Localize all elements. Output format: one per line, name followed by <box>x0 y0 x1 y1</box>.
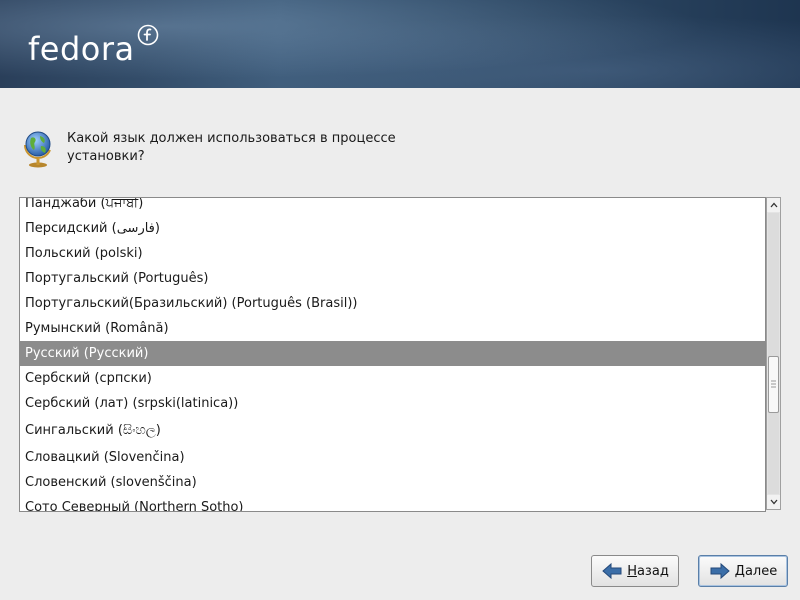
language-list-rows: Панджаби (ਪੰਜਾਬੀ) Персидский (فارسی) Пол… <box>20 198 765 511</box>
language-option[interactable]: Румынский (Română) <box>20 316 765 341</box>
language-option-selected[interactable]: Русский (Русский) <box>20 341 765 366</box>
back-button[interactable]: Назад <box>591 555 679 587</box>
list-scrollbar[interactable] <box>766 197 781 510</box>
language-option[interactable]: Персидский (فارسی) <box>20 216 765 241</box>
language-option[interactable]: Сербский (српски) <box>20 366 765 391</box>
language-option[interactable]: Сингальский (සිංහල) <box>20 416 765 445</box>
language-option[interactable]: Польский (polski) <box>20 241 765 266</box>
header-banner: fedora <box>0 0 800 88</box>
chevron-up-icon <box>770 202 777 208</box>
language-option[interactable]: Португальский (Português) <box>20 266 765 291</box>
question-line-2: установки? <box>67 149 145 164</box>
chevron-down-icon <box>770 499 777 505</box>
next-button-label: Далее <box>734 563 778 579</box>
grip-icon <box>771 380 776 388</box>
language-option[interactable]: Сербский (лат) (srpski(latinica)) <box>20 391 765 416</box>
arrow-right-icon <box>710 562 730 580</box>
scroll-thumb[interactable] <box>768 356 779 413</box>
scroll-down-button[interactable] <box>767 495 780 509</box>
back-button-label: Назад <box>627 563 669 579</box>
language-option[interactable]: Словенский (slovenščina) <box>20 470 765 495</box>
language-question: Какой язык должен использоваться в проце… <box>67 130 447 166</box>
language-option[interactable]: Панджаби (ਪੰਜਾਬੀ) <box>20 198 765 216</box>
fedora-logo-text: fedora <box>28 30 135 68</box>
language-option[interactable]: Сото Северный (Northern Sotho) <box>20 495 765 511</box>
scroll-up-button[interactable] <box>767 198 780 212</box>
language-option[interactable]: Португальский(Бразильский) (Português (B… <box>20 291 765 316</box>
fedora-logo-icon <box>137 24 159 46</box>
language-option[interactable]: Словацкий (Slovenčina) <box>20 445 765 470</box>
next-button[interactable]: Далее <box>698 555 788 587</box>
language-list[interactable]: Панджаби (ਪੰਜਾਬੀ) Персидский (فارسی) Пол… <box>19 197 766 512</box>
question-line-1: Какой язык должен использоваться в проце… <box>67 131 396 146</box>
scroll-track[interactable] <box>768 213 779 494</box>
arrow-left-icon <box>602 562 622 580</box>
globe-icon <box>24 131 51 168</box>
